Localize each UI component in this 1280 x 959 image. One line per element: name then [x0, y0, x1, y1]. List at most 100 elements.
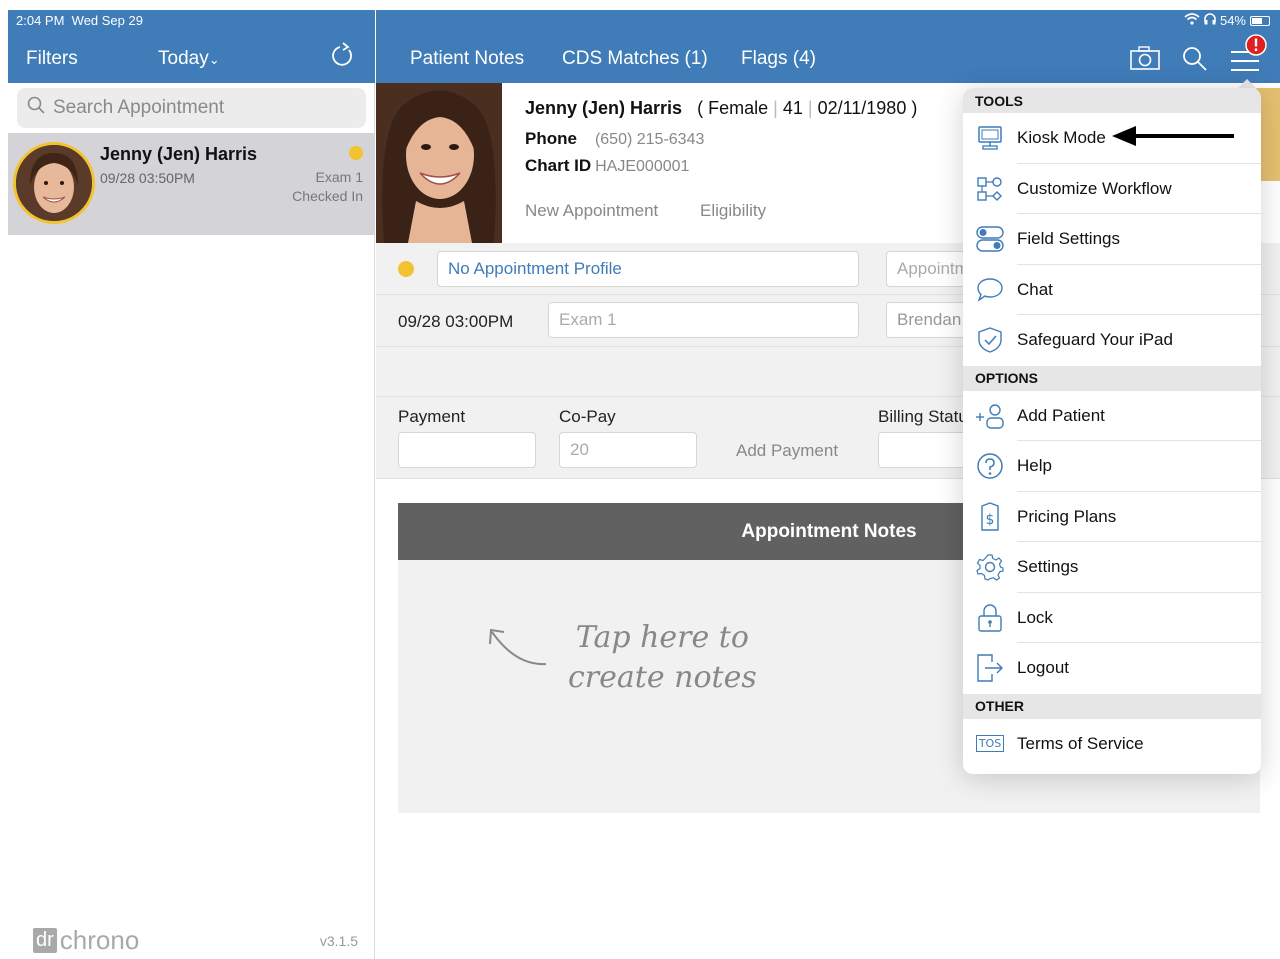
alert-badge-icon [1245, 34, 1267, 61]
curved-arrow-icon [486, 624, 550, 677]
phone-value: (650) 215-6343 [594, 131, 705, 148]
menu-item-help[interactable]: Help [963, 441, 1261, 492]
appointment-sidebar: Search Appointment Jenny (Jen) Harris 09… [8, 83, 375, 959]
menu-item-logout[interactable]: Logout [963, 643, 1261, 694]
eligibility-link[interactable]: Eligibility [700, 201, 766, 221]
price-tag-icon: $ [963, 502, 1017, 532]
search-placeholder: Search Appointment [53, 97, 225, 118]
drchrono-logo: dr chrono [33, 925, 139, 956]
main-header: Patient Notes CDS Matches (1) Flags (4) [376, 10, 1280, 83]
add-person-icon [963, 402, 1017, 430]
phone-label: Phone [525, 129, 577, 148]
status-dot [398, 261, 414, 277]
menu-label: Safeguard Your iPad [1017, 330, 1173, 350]
appointment-room: Exam 1 [315, 169, 363, 185]
search-icon[interactable] [1182, 46, 1208, 77]
tab-flags[interactable]: Flags (4) [741, 48, 816, 70]
menu-label: Field Settings [1017, 229, 1120, 249]
monitor-icon [963, 125, 1017, 151]
menu-item-add-patient[interactable]: Add Patient [963, 391, 1261, 442]
patient-age: 41 [782, 98, 803, 118]
patient-avatar [13, 142, 95, 224]
filters-button[interactable]: Filters [26, 48, 78, 70]
annotation-arrow-icon [1110, 124, 1236, 153]
tos-icon-text: TOS [975, 735, 1005, 753]
chart-id-label: Chart ID [525, 156, 592, 175]
patient-chart-row: Chart ID HAJE000001 [525, 156, 689, 176]
menu-item-customize-workflow[interactable]: Customize Workflow [963, 164, 1261, 215]
menu-section-options: OPTIONS [963, 365, 1261, 391]
exam-room-field[interactable]: Exam 1 [548, 302, 859, 338]
gear-icon [963, 553, 1017, 581]
add-payment-button[interactable]: Add Payment [736, 441, 838, 461]
menu-item-pricing-plans[interactable]: $ Pricing Plans [963, 492, 1261, 543]
patient-gender: Female [708, 98, 769, 118]
hint-line-1: Tap here to [575, 620, 749, 655]
menu-section-tools: TOOLS [963, 88, 1261, 113]
appointment-patient-name: Jenny (Jen) Harris [100, 144, 258, 164]
menu-label: Add Patient [1017, 405, 1105, 425]
menu-label: Lock [1017, 607, 1053, 627]
tab-patient-notes[interactable]: Patient Notes [410, 48, 524, 70]
menu-label: Settings [1017, 557, 1079, 577]
toggles-icon [963, 225, 1017, 253]
question-circle-icon [963, 452, 1017, 480]
camera-icon[interactable] [1130, 46, 1160, 75]
menu-label: Kiosk Mode [1017, 128, 1106, 148]
appointment-profile-field[interactable]: No Appointment Profile [437, 251, 859, 287]
menu-item-lock[interactable]: Lock [963, 593, 1261, 644]
menu-label: Chat [1017, 279, 1053, 299]
menu-item-settings[interactable]: Settings [963, 542, 1261, 593]
status-dot [349, 146, 363, 160]
tap-to-create-notes-hint: Tap here to create notes [568, 618, 757, 698]
patient-photo[interactable] [376, 83, 502, 243]
refresh-icon[interactable] [330, 42, 356, 75]
wifi-icon [1184, 13, 1200, 28]
headphones-icon [1204, 13, 1216, 28]
app-version: v3.1.5 [319, 933, 358, 949]
svg-text:$: $ [986, 512, 995, 528]
patient-phone-row: Phone (650) 215-6343 [525, 129, 704, 149]
search-appointment-input[interactable]: Search Appointment [17, 88, 366, 128]
chevron-down-icon: ⌄ [208, 52, 220, 67]
search-icon [27, 96, 45, 120]
menu-label: Logout [1017, 658, 1069, 678]
shield-check-icon [963, 326, 1017, 354]
copay-label: Co-Pay [559, 407, 616, 426]
billing-status-label: Billing Status [878, 407, 977, 426]
date-filter-button[interactable]: Today⌄ [158, 48, 220, 70]
payment-label: Payment [398, 407, 466, 426]
chart-id-value: HAJE000001 [595, 158, 690, 175]
menu-label: Help [1017, 456, 1052, 476]
workflow-icon [963, 175, 1017, 203]
menu-item-chat[interactable]: Chat [963, 265, 1261, 316]
hint-line-2: create notes [568, 660, 757, 695]
new-appointment-link[interactable]: New Appointment [525, 201, 658, 221]
menu-item-field-settings[interactable]: Field Settings [963, 214, 1261, 265]
menu-item-safeguard-ipad[interactable]: Safeguard Your iPad [963, 315, 1261, 366]
tos-icon: TOS [963, 735, 1017, 753]
logo-chrono: chrono [59, 925, 140, 955]
chat-bubble-icon [963, 276, 1017, 304]
patient-dob: 02/11/1980 [817, 98, 907, 118]
copay-input[interactable]: 20 [559, 432, 697, 468]
padlock-icon [963, 603, 1017, 633]
menu-item-terms-of-service[interactable]: TOS Terms of Service [963, 719, 1261, 770]
appointment-datetime[interactable]: 09/28 03:00PM [398, 312, 513, 332]
menu-section-other: OTHER [963, 693, 1261, 719]
menu-label: Terms of Service [1017, 733, 1144, 753]
hamburger-dropdown-menu: TOOLS Kiosk Mode Customize Workflow Fiel… [963, 88, 1261, 774]
menu-label: Customize Workflow [1017, 178, 1172, 198]
patient-name-line: Jenny (Jen) Harris ( Female | 41 | 02/11… [525, 98, 918, 118]
payment-input[interactable] [398, 432, 536, 468]
top-strip [0, 0, 1280, 10]
appointment-list-item[interactable]: Jenny (Jen) Harris 09/28 03:50PM Exam 1 … [8, 133, 375, 235]
patient-name: Jenny (Jen) Harris [525, 98, 683, 118]
status-time: 2:04 PM Wed Sep 29 [16, 13, 143, 28]
appointment-status: Checked In [292, 188, 363, 204]
status-indicators: 54% [1184, 13, 1270, 28]
logout-icon [963, 653, 1017, 683]
appointment-time: 09/28 03:50PM [100, 170, 195, 186]
logo-dr: dr [33, 928, 57, 953]
tab-cds-matches[interactable]: CDS Matches (1) [562, 48, 708, 70]
